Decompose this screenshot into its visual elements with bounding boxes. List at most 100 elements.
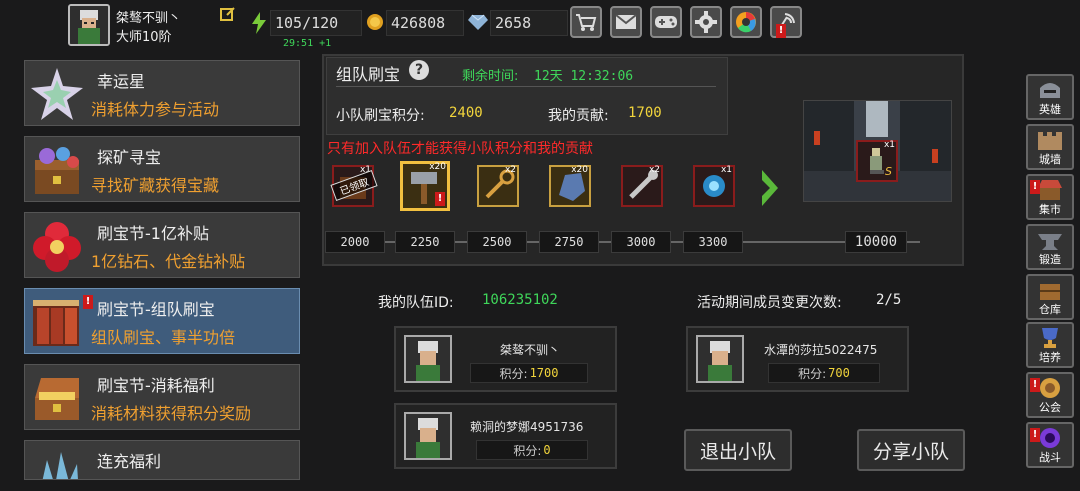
elf-portrait-icon bbox=[70, 6, 108, 44]
sidebar-item-consume-welfare[interactable]: 刷宝节-消耗福利 消耗材料获得积分奖励 bbox=[24, 364, 300, 430]
team-score-label: 小队刷宝积分: bbox=[336, 108, 425, 124]
reward-qty: x2 bbox=[648, 165, 660, 175]
member-avatar bbox=[696, 335, 744, 383]
nav-battle[interactable]: ! 战斗 bbox=[1026, 422, 1074, 468]
sidebar-subtitle: 消耗材料获得积分奖励 bbox=[91, 404, 252, 423]
sidebar-subtitle: 组队刷宝、事半功倍 bbox=[91, 328, 236, 347]
trophy-icon bbox=[1042, 328, 1058, 348]
reward-slot-2[interactable]: x20 ! bbox=[400, 161, 450, 211]
remaining-label: 剩余时间: bbox=[462, 69, 519, 84]
milestone-3000: 3000 bbox=[611, 231, 671, 253]
milestone-10000: 10000 bbox=[845, 231, 907, 253]
next-arrow-icon[interactable] bbox=[758, 168, 782, 212]
nav-label: 城墙 bbox=[1039, 153, 1061, 166]
milestone-2500: 2500 bbox=[467, 231, 527, 253]
stamina-timer: 29:51 +1 bbox=[283, 38, 332, 49]
edit-name-icon[interactable] bbox=[220, 6, 236, 22]
nav-label: 战斗 bbox=[1039, 451, 1061, 464]
gold-coin-icon bbox=[366, 13, 384, 35]
reward-qty: x1 bbox=[720, 165, 732, 175]
milestone-2750: 2750 bbox=[539, 231, 599, 253]
nav-warehouse[interactable]: 仓库 bbox=[1026, 274, 1074, 320]
reward-slot-5[interactable]: x2 bbox=[621, 165, 663, 207]
sidebar-item-recharge[interactable]: 连充福利 bbox=[24, 440, 300, 480]
alert-badge-icon: ! bbox=[83, 295, 93, 309]
anvil-icon bbox=[1038, 234, 1062, 250]
header-divider bbox=[336, 86, 716, 87]
nav-label: 英雄 bbox=[1039, 103, 1061, 116]
nav-label: 培养 bbox=[1039, 351, 1061, 364]
diamond-text: 2658 bbox=[495, 14, 532, 32]
wall-icon bbox=[1038, 132, 1062, 150]
grand-reward-grade: S bbox=[885, 165, 892, 178]
team-score-value: 2400 bbox=[449, 105, 483, 121]
star-crystal-icon bbox=[31, 68, 83, 120]
nav-guild[interactable]: ! 公会 bbox=[1026, 372, 1074, 418]
my-contrib-value: 1700 bbox=[628, 105, 662, 121]
mail-icon bbox=[615, 14, 637, 29]
team-id-label: 我的队伍ID: bbox=[378, 295, 454, 311]
gear-icon bbox=[695, 11, 717, 33]
score-prefix: 积分: bbox=[798, 366, 827, 381]
elf-portrait-icon bbox=[416, 418, 440, 458]
alert-badge-icon: ! bbox=[1030, 428, 1040, 442]
milestone-2000: 2000 bbox=[325, 231, 385, 253]
treasure-chest-icon bbox=[35, 147, 79, 194]
gold-value: 426808 bbox=[386, 10, 464, 36]
member-changes-value: 2/5 bbox=[876, 292, 902, 308]
team-member-card[interactable]: 赖洞的梦娜4951736 积分: 0 bbox=[394, 403, 617, 469]
nav-label: 公会 bbox=[1039, 401, 1061, 414]
reward-slot-3[interactable]: x2 bbox=[477, 165, 519, 207]
nav-market[interactable]: ! 集市 bbox=[1026, 174, 1074, 220]
player-avatar[interactable] bbox=[68, 4, 110, 46]
reward-slot-4[interactable]: x20 bbox=[549, 165, 591, 207]
stamina-text: 105/120 bbox=[275, 14, 339, 32]
mail-button[interactable] bbox=[610, 6, 642, 38]
leave-team-button[interactable]: 退出小队 bbox=[684, 429, 792, 471]
broadcast-button[interactable]: ! bbox=[770, 6, 802, 38]
reward-qty: x20 bbox=[571, 165, 588, 175]
portal-icon bbox=[1040, 428, 1060, 448]
team-member-card[interactable]: 桀骜不驯丶 积分: 1700 bbox=[394, 326, 617, 392]
sidebar-title: 刷宝节-组队刷宝 bbox=[97, 300, 215, 319]
score-prefix: 积分: bbox=[499, 366, 528, 381]
my-contrib-label: 我的贡献: bbox=[548, 108, 609, 124]
sidebar-title: 探矿寻宝 bbox=[97, 148, 162, 167]
nav-training[interactable]: 培养 bbox=[1026, 322, 1074, 368]
diamond-value: 2658 bbox=[490, 10, 568, 36]
gamepad-button[interactable] bbox=[650, 6, 682, 38]
share-team-button[interactable]: 分享小队 bbox=[857, 429, 965, 471]
grand-reward-qty: x1 bbox=[883, 140, 895, 150]
member-score: 积分: 1700 bbox=[470, 363, 588, 383]
reward-slot-1[interactable]: x1 已领取 bbox=[330, 165, 378, 207]
event-title: 组队刷宝 bbox=[336, 65, 401, 84]
sidebar-item-subsidy[interactable]: 刷宝节-1亿补贴 1亿钻石、代金钻补贴 bbox=[24, 212, 300, 278]
sidebar-item-team-treasure[interactable]: ! 刷宝节-组队刷宝 组队刷宝、事半功倍 bbox=[24, 288, 300, 354]
gamepad-icon bbox=[655, 16, 677, 28]
settings-button[interactable] bbox=[690, 6, 722, 38]
sidebar-item-lucky-star[interactable]: 幸运星 消耗体力参与活动 bbox=[24, 60, 300, 126]
member-avatar bbox=[404, 335, 452, 383]
helmet-icon bbox=[1040, 83, 1060, 98]
team-warning: 只有加入队伍才能获得小队积分和我的贡献 bbox=[327, 141, 593, 157]
member-avatar bbox=[404, 412, 452, 460]
team-id-value: 106235102 bbox=[482, 292, 558, 308]
market-icon bbox=[1038, 180, 1062, 200]
nav-wall[interactable]: 城墙 bbox=[1026, 124, 1074, 170]
guild-icon bbox=[1040, 378, 1060, 398]
sidebar-subtitle: 1亿钻石、代金钻补贴 bbox=[91, 252, 246, 271]
reward-slot-6[interactable]: x1 bbox=[693, 165, 735, 207]
sidebar-item-mining[interactable]: 探矿寻宝 寻找矿藏获得宝藏 bbox=[24, 136, 300, 202]
score-value: 700 bbox=[828, 366, 850, 380]
alert-badge-icon: ! bbox=[435, 192, 445, 206]
member-name: 水潭的莎拉5022475 bbox=[764, 343, 878, 357]
grand-reward-slot[interactable]: x1 S bbox=[856, 140, 898, 182]
nav-hero[interactable]: 英雄 bbox=[1026, 74, 1074, 120]
help-icon[interactable]: ? bbox=[409, 60, 429, 80]
team-member-card[interactable]: 水潭的莎拉5022475 积分: 700 bbox=[686, 326, 909, 392]
camera-button[interactable] bbox=[730, 6, 762, 38]
reward-qty: x20 bbox=[429, 162, 446, 172]
shop-button[interactable] bbox=[570, 6, 602, 38]
ice-crystal-icon bbox=[42, 452, 78, 479]
nav-forge[interactable]: 锻造 bbox=[1026, 224, 1074, 270]
